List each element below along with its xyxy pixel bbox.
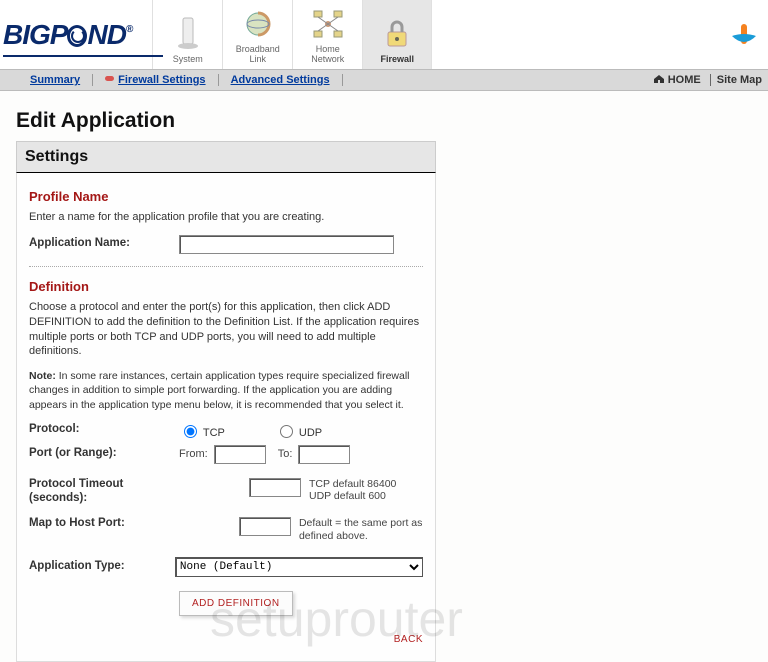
protocol-tcp-option[interactable]: TCP xyxy=(179,422,225,439)
settings-header: Settings xyxy=(16,141,436,173)
tower-icon xyxy=(153,14,222,54)
app-name-row: Application Name: xyxy=(29,235,423,254)
protocol-udp-option[interactable]: UDP xyxy=(275,422,322,439)
sitemap-link[interactable]: Site Map xyxy=(717,74,762,86)
timeout-hint: TCP default 86400 UDP default 600 xyxy=(309,478,396,503)
protocol-label: Protocol: xyxy=(29,423,179,437)
protocol-tcp-radio[interactable] xyxy=(184,425,197,438)
nav-tab-broadband[interactable]: Broadband Link xyxy=(222,0,292,69)
timeout-row: Protocol Timeout (seconds): TCP default … xyxy=(29,478,423,506)
app-type-select[interactable]: None (Default) xyxy=(175,557,423,577)
app-name-input[interactable] xyxy=(179,235,394,254)
subnav-advanced-settings[interactable]: Advanced Settings xyxy=(218,74,343,86)
subnav-firewall-settings[interactable]: Firewall Settings xyxy=(92,74,217,86)
nav-tab-firewall[interactable]: Firewall xyxy=(362,0,432,69)
map-port-input[interactable] xyxy=(239,517,291,536)
port-to-input[interactable] xyxy=(298,445,350,464)
network-icon xyxy=(293,4,362,44)
nav-tabs: System Broadband Link Home Network Firew… xyxy=(152,0,432,69)
page-title: Edit Application xyxy=(16,109,768,133)
map-port-hint: Default = the same port as defined above… xyxy=(299,517,423,542)
nav-tab-label: Broadband Link xyxy=(223,44,292,64)
nav-tab-system[interactable]: System xyxy=(152,0,222,69)
nav-tab-label: System xyxy=(153,54,222,64)
lock-icon xyxy=(363,14,431,54)
subnav-summary[interactable]: Summary xyxy=(12,74,92,86)
map-port-label: Map to Host Port: xyxy=(29,517,172,531)
profile-name-title: Profile Name xyxy=(29,189,423,204)
app-name-label: Application Name: xyxy=(29,237,179,251)
definition-note: Note: In some rare instances, certain ap… xyxy=(29,369,423,412)
from-label: From: xyxy=(179,448,208,460)
nav-tab-label: Firewall xyxy=(363,54,431,64)
app-type-row: Application Type: None (Default) xyxy=(29,557,423,577)
to-label: To: xyxy=(278,448,293,460)
nav-tab-label: Home Network xyxy=(293,44,362,64)
timeout-label: Protocol Timeout (seconds): xyxy=(29,478,179,506)
profile-name-desc: Enter a name for the application profile… xyxy=(29,210,423,225)
settings-body: Profile Name Enter a name for the applic… xyxy=(16,173,436,662)
globe-icon xyxy=(223,4,292,44)
nav-tab-home-network[interactable]: Home Network xyxy=(292,0,362,69)
brand-underline xyxy=(3,55,163,57)
timeout-input[interactable] xyxy=(249,478,301,497)
definition-desc: Choose a protocol and enter the port(s) … xyxy=(29,300,423,359)
port-range-row: Port (or Range): From: To: xyxy=(29,445,423,464)
active-bullet-icon xyxy=(105,76,114,81)
add-definition-button[interactable]: ADD DEFINITION xyxy=(179,591,293,616)
port-from-input[interactable] xyxy=(214,445,266,464)
home-link[interactable]: HOME xyxy=(653,74,701,86)
subnav-right: HOME Site Map xyxy=(653,74,762,86)
sub-nav: Summary Firewall Settings Advanced Setti… xyxy=(0,69,768,91)
telstra-icon xyxy=(730,22,758,50)
protocol-udp-radio[interactable] xyxy=(280,425,293,438)
protocol-row: Protocol: TCP UDP xyxy=(29,422,423,439)
map-port-row: Map to Host Port: Default = the same por… xyxy=(29,517,423,542)
brand-logo: BIGPND® xyxy=(3,19,132,51)
separator xyxy=(29,266,423,267)
app-type-label: Application Type: xyxy=(29,560,175,574)
settings-panel: Settings Profile Name Enter a name for t… xyxy=(16,141,436,662)
port-range-label: Port (or Range): xyxy=(29,447,179,461)
definition-title: Definition xyxy=(29,279,423,294)
header-bar: BIGPND® System Broadband Link Home Netwo… xyxy=(0,0,768,69)
add-def-wrap: ADD DEFINITION xyxy=(179,591,423,616)
back-button[interactable]: BACK xyxy=(394,634,423,645)
